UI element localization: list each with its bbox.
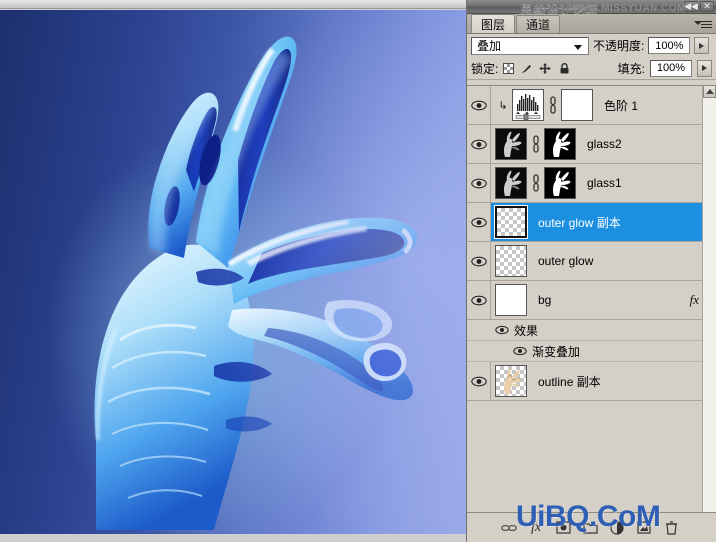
play-triangle-icon bbox=[702, 65, 707, 71]
chevron-up-icon bbox=[705, 89, 714, 94]
layer-visibility-toggle[interactable] bbox=[467, 242, 491, 280]
effect-label-gradient-overlay: 渐变叠加 bbox=[532, 344, 581, 359]
eye-icon bbox=[470, 178, 487, 189]
document-canvas-area[interactable] bbox=[0, 0, 466, 542]
opacity-label: 不透明度: bbox=[593, 39, 645, 53]
layer-thumbnail-outer-glow-copy[interactable] bbox=[494, 205, 528, 239]
layer-name-levels: 色阶 1 bbox=[604, 98, 639, 113]
lock-transparent-pixels-icon[interactable] bbox=[503, 62, 515, 74]
new-adjustment-layer-button[interactable] bbox=[609, 520, 625, 536]
layers-panel-toolbar[interactable]: fx bbox=[467, 512, 716, 542]
layer-visibility-toggle[interactable] bbox=[467, 125, 491, 163]
tab-channels-label: 通道 bbox=[526, 18, 551, 32]
layer-mask-thumbnail-glass2[interactable] bbox=[544, 128, 576, 160]
eye-icon bbox=[470, 100, 487, 111]
clipping-mask-arrow-icon: ↳ bbox=[498, 99, 508, 112]
layer-name-outer-glow-copy: outer glow 副本 bbox=[538, 215, 621, 230]
tab-layers-label: 图层 bbox=[481, 17, 506, 32]
effects-group-row[interactable]: 效果 bbox=[467, 320, 716, 341]
opacity-slider-button[interactable] bbox=[694, 37, 710, 54]
link-icon[interactable] bbox=[547, 95, 558, 115]
blend-mode-select[interactable]: 叠加 bbox=[471, 36, 589, 55]
layer-row-outer-glow-copy[interactable]: outer glow 副本 bbox=[467, 203, 716, 242]
layer-thumbnail-glass1[interactable] bbox=[495, 167, 527, 199]
layer-row-bg[interactable]: bg fx bbox=[467, 281, 716, 320]
blend-mode-row[interactable]: 叠加 不透明度: 100% bbox=[467, 34, 716, 57]
layer-row-outer-glow[interactable]: outer glow bbox=[467, 242, 716, 281]
photoshop-window: 思缘设计论坛 WWW.MISSYUAN.COM ◀◀ ✕ 图层 通道 叠加 不透… bbox=[0, 0, 716, 542]
layer-thumbnail-glass2[interactable] bbox=[495, 128, 527, 160]
effects-group-label: 效果 bbox=[514, 323, 539, 338]
watermark-text-en: WWW.MISSYUAN.COM bbox=[568, 3, 686, 14]
fill-label: 填充: bbox=[617, 61, 645, 76]
eye-icon bbox=[470, 217, 487, 228]
panel-menu-icon[interactable] bbox=[694, 18, 713, 31]
scroll-up-button[interactable] bbox=[703, 85, 716, 98]
layer-mask-thumbnail-glass1[interactable] bbox=[544, 167, 576, 199]
effect-row-gradient-overlay[interactable]: 渐变叠加 bbox=[467, 341, 716, 362]
blend-mode-value: 叠加 bbox=[477, 39, 502, 53]
link-layers-button[interactable] bbox=[501, 520, 517, 536]
layer-visibility-toggle[interactable] bbox=[467, 203, 491, 241]
eye-icon bbox=[470, 376, 487, 387]
fill-slider-button[interactable] bbox=[697, 59, 712, 77]
lock-label: 锁定: bbox=[471, 61, 499, 76]
add-mask-button[interactable] bbox=[555, 520, 571, 536]
panel-menu-triangle-icon bbox=[694, 21, 702, 25]
layer-name-outer-glow: outer glow bbox=[538, 254, 594, 268]
link-icon[interactable] bbox=[530, 134, 541, 154]
tab-channels[interactable]: 通道 bbox=[516, 15, 561, 33]
link-icon[interactable] bbox=[530, 173, 541, 193]
canvas-top-strip bbox=[0, 0, 466, 9]
layer-visibility-toggle[interactable] bbox=[467, 164, 491, 202]
tab-layers[interactable]: 图层 bbox=[471, 14, 516, 33]
layer-thumbnail-bg[interactable] bbox=[495, 284, 527, 316]
new-layer-button[interactable] bbox=[636, 520, 652, 536]
eye-icon[interactable] bbox=[513, 346, 527, 356]
layer-name-bg: bg bbox=[538, 293, 552, 307]
lock-image-pixels-icon[interactable] bbox=[519, 61, 533, 75]
eye-icon bbox=[470, 256, 487, 267]
scrollbar-track[interactable] bbox=[703, 98, 716, 512]
layer-row-levels[interactable]: ↳ 色阶 1 bbox=[467, 86, 716, 125]
layers-scrollbar[interactable] bbox=[702, 85, 716, 512]
layer-visibility-toggle[interactable] bbox=[467, 281, 491, 319]
eye-icon[interactable] bbox=[495, 325, 509, 335]
layer-effects-fx-icon[interactable]: fx bbox=[690, 292, 699, 308]
eye-icon bbox=[470, 295, 487, 306]
opacity-input[interactable]: 100% bbox=[648, 37, 691, 54]
layer-thumbnail-outer-glow[interactable] bbox=[495, 245, 527, 277]
delete-layer-button[interactable] bbox=[663, 520, 679, 536]
close-panel-button[interactable]: ✕ bbox=[700, 1, 714, 12]
layers-panel[interactable]: 思缘设计论坛 WWW.MISSYUAN.COM ◀◀ ✕ 图层 通道 叠加 不透… bbox=[466, 0, 716, 542]
lock-position-icon[interactable] bbox=[538, 61, 552, 75]
eye-icon bbox=[470, 139, 487, 150]
layer-visibility-toggle[interactable] bbox=[467, 86, 491, 124]
layer-list[interactable]: ↳ 色阶 1 glass2 glass1 outer glow 副本 outer… bbox=[467, 85, 716, 512]
ice-hand-artwork bbox=[0, 10, 466, 534]
layer-mask-thumbnail-levels[interactable] bbox=[561, 89, 593, 121]
layer-visibility-toggle[interactable] bbox=[467, 362, 491, 400]
layer-style-button[interactable]: fx bbox=[528, 520, 544, 536]
layer-name-outline-copy: outline 副本 bbox=[538, 374, 601, 389]
layer-thumbnail-levels[interactable] bbox=[512, 89, 544, 121]
layer-thumbnail-outline-copy[interactable] bbox=[495, 365, 527, 397]
layer-row-outline-copy[interactable]: outline 副本 bbox=[467, 362, 716, 401]
layer-name-glass2: glass2 bbox=[587, 137, 622, 151]
lock-row[interactable]: 锁定: 填充: 100% bbox=[467, 57, 716, 80]
layer-name-glass1: glass1 bbox=[587, 176, 622, 190]
lock-all-icon[interactable] bbox=[557, 61, 571, 75]
new-group-button[interactable] bbox=[582, 520, 598, 536]
panel-titlebar[interactable]: 思缘设计论坛 WWW.MISSYUAN.COM ◀◀ ✕ bbox=[467, 0, 716, 17]
artboard[interactable] bbox=[0, 10, 466, 534]
layer-row-glass1[interactable]: glass1 bbox=[467, 164, 716, 203]
play-triangle-icon bbox=[699, 42, 705, 49]
chevron-down-icon bbox=[574, 44, 582, 50]
panel-tab-bar[interactable]: 图层 通道 bbox=[467, 14, 716, 34]
collapse-panel-button[interactable]: ◀◀ bbox=[684, 1, 698, 12]
layer-row-glass2[interactable]: glass2 bbox=[467, 125, 716, 164]
fill-input[interactable]: 100% bbox=[650, 59, 692, 77]
